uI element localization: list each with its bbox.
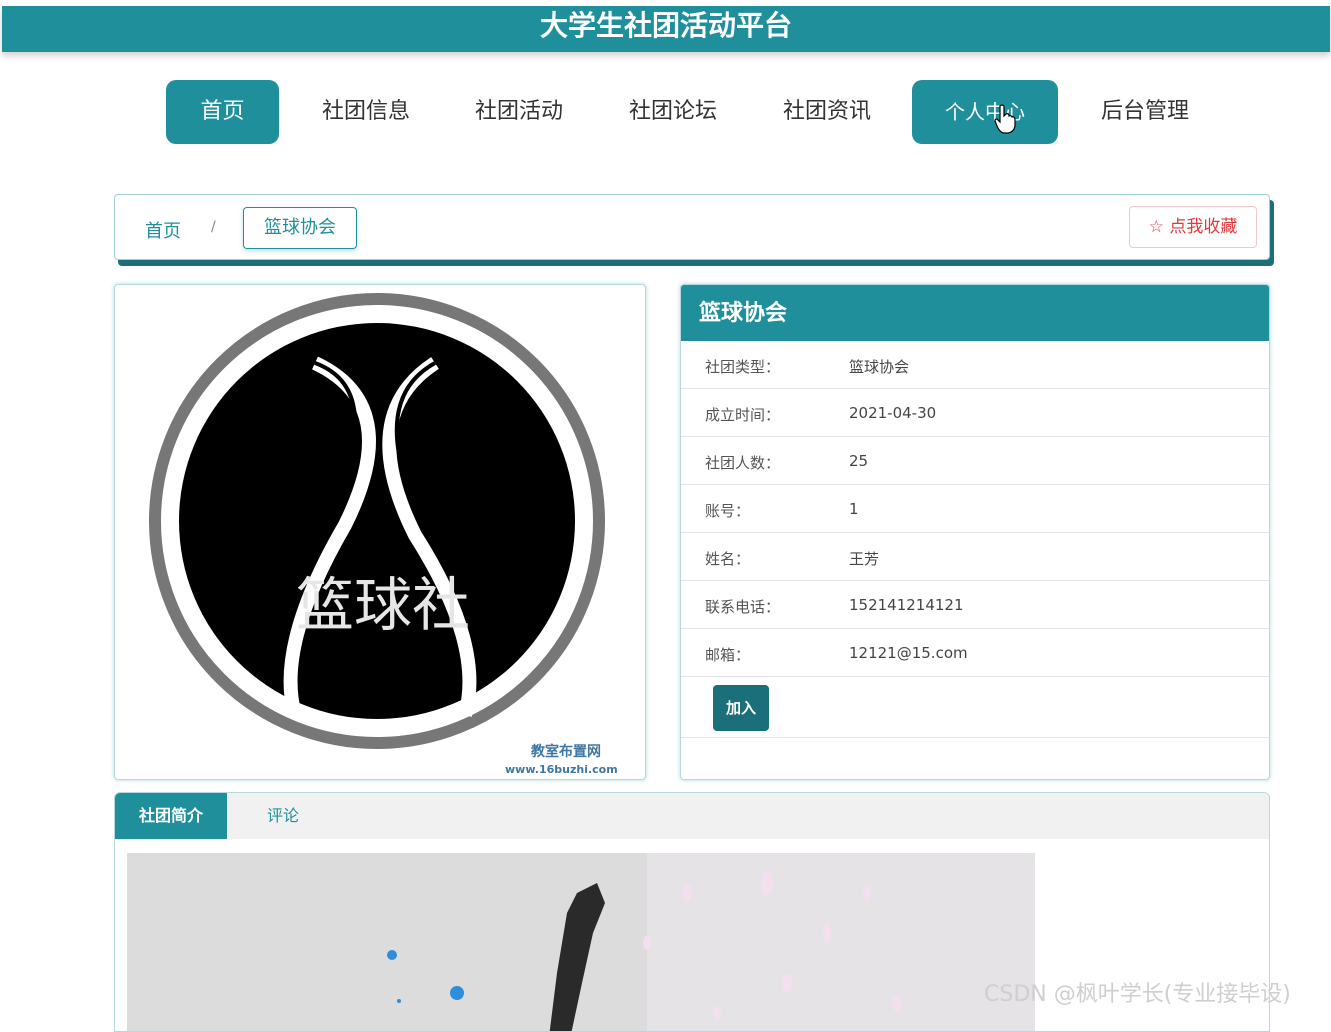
nav-item-admin[interactable]: 后台管理 (1088, 80, 1202, 144)
info-value: 王芳 (849, 550, 880, 568)
info-row-email: 邮箱： 12121@15.com (681, 629, 1269, 677)
tab-bar: 社团简介 评论 (115, 793, 1269, 839)
image-watermark-url: www.16buzhi.com (505, 763, 618, 776)
breadcrumb-current[interactable]: 篮球协会 (243, 207, 357, 249)
info-value: 篮球协会 (849, 358, 910, 376)
tab-club-intro[interactable]: 社团简介 (115, 793, 227, 839)
nav-item-club-forum[interactable]: 社团论坛 (616, 80, 730, 144)
nav-item-club-activities[interactable]: 社团活动 (462, 80, 576, 144)
divider (681, 737, 1269, 738)
info-value: 25 (849, 452, 869, 470)
info-value: 152141214121 (849, 596, 964, 614)
club-info-card: 篮球协会 社团类型： 篮球协会 成立时间： 2021-04-30 社团人数： 2… (680, 284, 1270, 780)
info-value: 1 (849, 500, 859, 518)
nav-item-personal-center[interactable]: 个人中心 (912, 80, 1058, 144)
info-label: 社团类型： (705, 358, 781, 376)
main-nav: 首页 社团信息 社团活动 社团论坛 社团资讯 个人中心 后台管理 (0, 80, 1331, 146)
nav-item-club-news[interactable]: 社团资讯 (770, 80, 884, 144)
nav-item-home[interactable]: 首页 (166, 80, 279, 144)
tab-comments[interactable]: 评论 (233, 793, 333, 839)
info-label: 社团人数： (705, 454, 781, 472)
logo-text: 篮球社 (296, 571, 470, 639)
breadcrumb-separator: / (211, 219, 216, 235)
info-row-type: 社团类型： 篮球协会 (681, 341, 1269, 389)
info-row-founded: 成立时间： 2021-04-30 (681, 389, 1269, 437)
csdn-watermark: CSDN @枫叶学长(专业接毕设) (984, 982, 1291, 1007)
club-intro-image (127, 853, 1035, 1031)
club-image-card: 篮球社 教室布置网 www.16buzhi.com (114, 284, 646, 780)
nav-item-club-info[interactable]: 社团信息 (310, 80, 422, 144)
basketball-logo-image: 篮球社 (149, 293, 605, 749)
info-label: 邮箱： (705, 646, 751, 664)
breadcrumb-bar: 首页 / 篮球协会 ☆ 点我收藏 (114, 194, 1270, 260)
info-row-phone: 联系电话： 152141214121 (681, 581, 1269, 629)
club-info-title: 篮球协会 (681, 285, 1269, 341)
breadcrumb-home[interactable]: 首页 (145, 217, 181, 243)
info-label: 联系电话： (705, 598, 781, 616)
image-watermark-title: 教室布置网 (531, 744, 601, 760)
info-row-members: 社团人数： 25 (681, 437, 1269, 485)
info-row-account: 账号： 1 (681, 485, 1269, 533)
info-label: 账号： (705, 502, 751, 520)
info-row-name: 姓名： 王芳 (681, 533, 1269, 581)
favorite-button[interactable]: ☆ 点我收藏 (1129, 206, 1257, 248)
info-value: 12121@15.com (849, 644, 968, 662)
hand-cursor-icon (994, 104, 1016, 134)
info-label: 姓名： (705, 550, 751, 568)
site-title: 大学生社团活动平台 (2, 6, 1330, 52)
join-button[interactable]: 加入 (713, 685, 769, 731)
info-label: 成立时间： (705, 406, 781, 424)
info-value: 2021-04-30 (849, 404, 937, 422)
